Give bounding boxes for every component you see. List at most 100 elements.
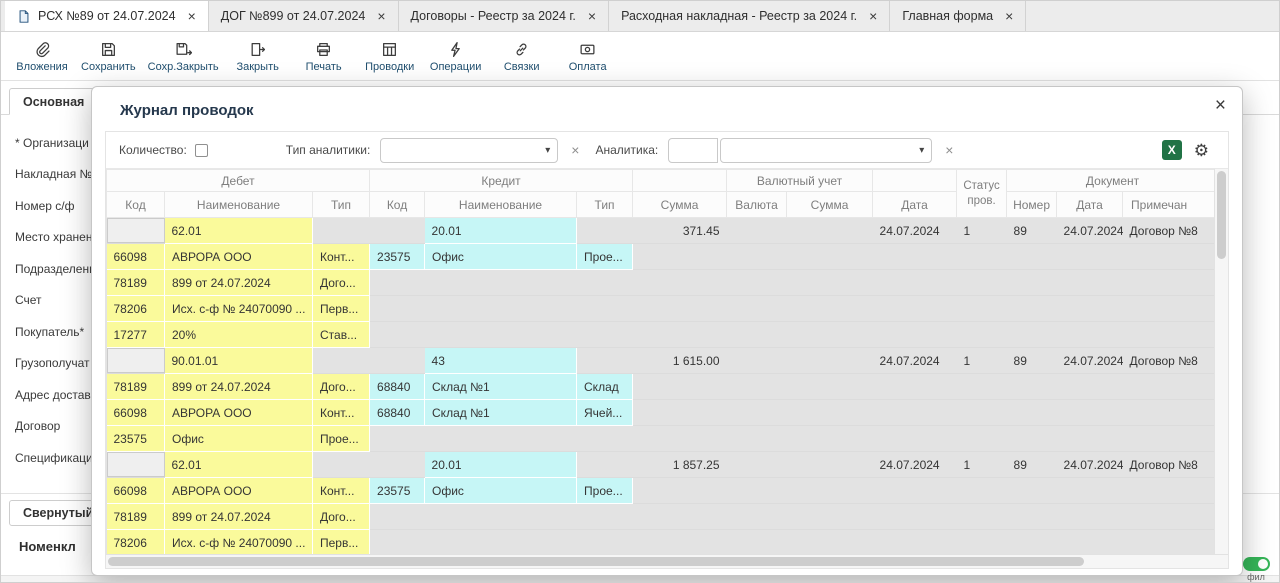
cell-currency-sum[interactable] (787, 244, 873, 270)
cell-credit-name[interactable] (425, 296, 577, 322)
cell-sum[interactable] (633, 426, 727, 452)
cell-doc-date[interactable]: 24.07.2024 (1057, 452, 1123, 478)
cell-doc-number[interactable] (1007, 374, 1057, 400)
horizontal-scrollbar[interactable] (106, 554, 1228, 568)
cell-credit-type[interactable] (577, 296, 633, 322)
cell-debit-code[interactable]: 17277 (107, 322, 165, 348)
cell-debit-account[interactable]: 90.01.01 (165, 348, 313, 374)
cell-currency[interactable] (727, 322, 787, 348)
cell-credit-name[interactable] (425, 270, 577, 296)
cell-date[interactable]: 24.07.2024 (873, 452, 957, 478)
cell-doc-date[interactable] (1057, 478, 1123, 504)
cell-doc-date[interactable]: 24.07.2024 (1057, 218, 1123, 244)
cell-credit-type[interactable]: Прое... (577, 244, 633, 270)
cell-doc-date[interactable] (1057, 530, 1123, 555)
operations-button[interactable]: Операции (423, 37, 489, 76)
cell-doc-date[interactable] (1057, 504, 1123, 530)
cell-currency[interactable] (727, 504, 787, 530)
window-tab-2[interactable]: ДОГ №899 от 24.07.2024× (209, 1, 399, 31)
cell-doc-date[interactable] (1057, 400, 1123, 426)
vertical-scrollbar[interactable] (1214, 169, 1228, 554)
cell-debit-name[interactable]: 20% (165, 322, 313, 348)
analytics-select[interactable]: ▾ (720, 138, 932, 163)
tab-close-icon[interactable]: × (1005, 9, 1013, 23)
posting-row[interactable]: 62.0120.01371.4524.07.202418924.07.2024Д… (107, 218, 1215, 244)
analytics-row[interactable]: 78189899 от 24.07.2024Дого... (107, 504, 1215, 530)
cell-doc-number[interactable] (1007, 270, 1057, 296)
analytics-row[interactable]: 1727720%Став... (107, 322, 1215, 348)
cell-credit-account[interactable]: 20.01 (425, 452, 577, 478)
vertical-scrollbar-thumb[interactable] (1217, 171, 1226, 259)
cell-doc-date[interactable] (1057, 270, 1123, 296)
cell-credit-code[interactable]: 23575 (370, 478, 425, 504)
window-tab-3[interactable]: Договоры - Реестр за 2024 г.× (399, 1, 610, 31)
cell-debit-type[interactable]: Конт... (313, 400, 370, 426)
cell-credit-type[interactable]: Склад (577, 374, 633, 400)
cell-debit-type[interactable]: Став... (313, 322, 370, 348)
cell-note[interactable] (1123, 244, 1214, 270)
cell-debit-type[interactable] (313, 452, 370, 478)
cell-currency[interactable] (727, 452, 787, 478)
cell-date[interactable] (873, 244, 957, 270)
cell-debit-code[interactable]: 78189 (107, 270, 165, 296)
cell-credit-name[interactable] (425, 426, 577, 452)
cell-debit-type[interactable]: Конт... (313, 244, 370, 270)
analytics-row[interactable]: 78189899 от 24.07.2024Дого...68840Склад … (107, 374, 1215, 400)
cell-currency[interactable] (727, 244, 787, 270)
cell-debit-type[interactable]: Перв... (313, 530, 370, 555)
cell-currency[interactable] (727, 348, 787, 374)
cell-credit-code[interactable]: 68840 (370, 374, 425, 400)
cell-doc-date[interactable] (1057, 322, 1123, 348)
cell-currency-sum[interactable] (787, 322, 873, 348)
cell-debit-type[interactable] (313, 348, 370, 374)
postings-button[interactable]: Проводки (357, 37, 423, 76)
cell-status[interactable] (957, 244, 1007, 270)
window-tab-4[interactable]: Расходная накладная - Реестр за 2024 г.× (609, 1, 890, 31)
cell-debit-account[interactable]: 62.01 (165, 452, 313, 478)
cell-debit-type[interactable]: Перв... (313, 296, 370, 322)
cell-debit-name[interactable]: 899 от 24.07.2024 (165, 270, 313, 296)
cell-sum[interactable] (633, 400, 727, 426)
cell-doc-number[interactable]: 89 (1007, 348, 1057, 374)
cell-doc-date[interactable] (1057, 374, 1123, 400)
cell-credit-name[interactable]: Склад №1 (425, 400, 577, 426)
analytics-row[interactable]: 66098АВРОРА ОООКонт...23575ОфисПрое... (107, 478, 1215, 504)
analytics-row[interactable]: 78189899 от 24.07.2024Дого... (107, 270, 1215, 296)
cell-sum[interactable] (633, 244, 727, 270)
cell-status[interactable]: 1 (957, 348, 1007, 374)
attachments-button[interactable]: Вложения (9, 37, 75, 76)
cell-date[interactable] (873, 400, 957, 426)
cell-currency-sum[interactable] (787, 296, 873, 322)
cell-credit-type[interactable] (577, 348, 633, 374)
cell-credit-code[interactable]: 23575 (370, 244, 425, 270)
cell-credit-code[interactable] (370, 426, 425, 452)
cell-credit-type[interactable]: Прое... (577, 478, 633, 504)
save-button[interactable]: Сохранить (75, 37, 142, 76)
modal-close-button[interactable]: × (1215, 95, 1226, 117)
cell-debit-type[interactable] (313, 218, 370, 244)
cell-note[interactable] (1123, 270, 1214, 296)
cell-credit-name[interactable]: Офис (425, 244, 577, 270)
cell-credit-type[interactable] (577, 322, 633, 348)
analytics-row[interactable]: 78206Исх. с-ф № 24070090 ...Перв... (107, 530, 1215, 555)
cell-credit-type[interactable] (577, 504, 633, 530)
cell-currency[interactable] (727, 374, 787, 400)
analytics-row[interactable]: 66098АВРОРА ОООКонт...68840Склад №1Ячей.… (107, 400, 1215, 426)
print-button[interactable]: Печать (291, 37, 357, 76)
cell-credit-code[interactable] (370, 348, 425, 374)
cell-note[interactable]: Договор №8 (1123, 348, 1214, 374)
cell-date[interactable] (873, 504, 957, 530)
cell-debit-code[interactable]: 66098 (107, 478, 165, 504)
cell-credit-code[interactable] (370, 322, 425, 348)
cell-doc-number[interactable]: 89 (1007, 218, 1057, 244)
analytics-row[interactable]: 66098АВРОРА ОООКонт...23575ОфисПрое... (107, 244, 1215, 270)
tab-close-icon[interactable]: × (869, 9, 877, 23)
cell-status[interactable] (957, 322, 1007, 348)
cell-sum[interactable] (633, 374, 727, 400)
cell-currency[interactable] (727, 478, 787, 504)
tab-close-icon[interactable]: × (588, 9, 596, 23)
cell-doc-number[interactable] (1007, 478, 1057, 504)
cell-debit-type[interactable]: Дого... (313, 270, 370, 296)
cell-date[interactable] (873, 530, 957, 555)
cell-credit-name[interactable] (425, 504, 577, 530)
